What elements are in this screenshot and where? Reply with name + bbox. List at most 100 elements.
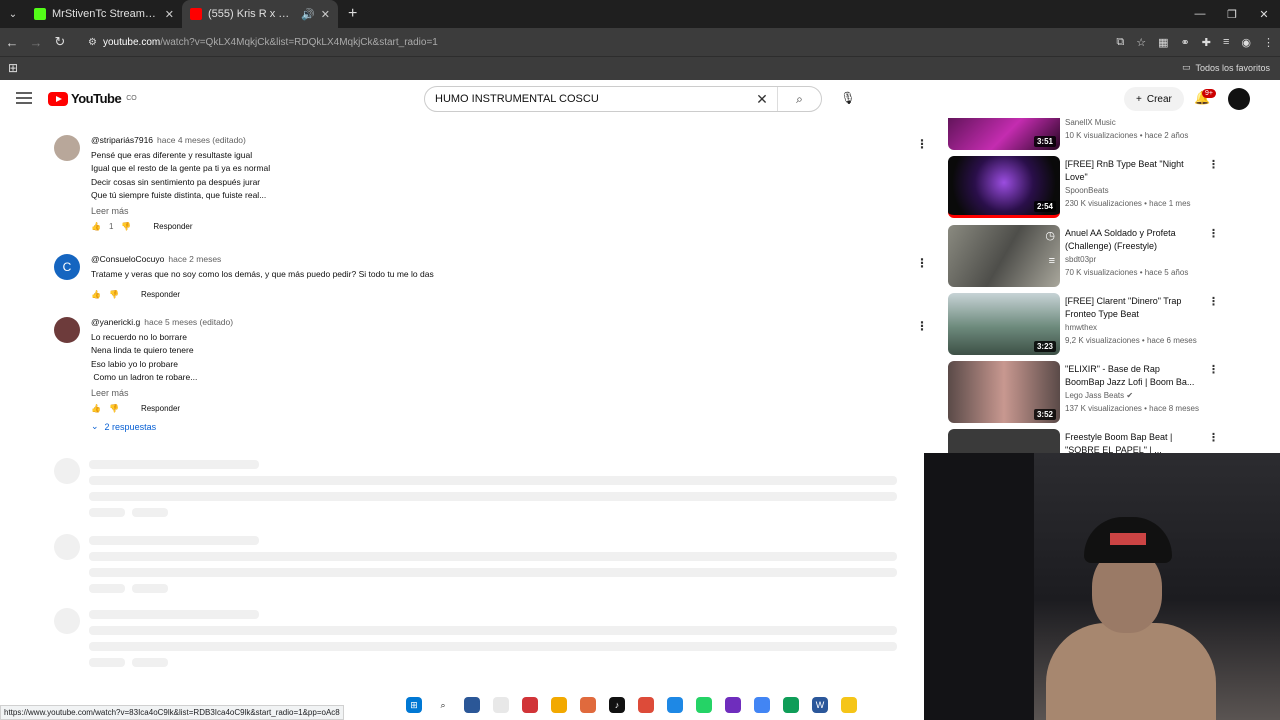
video-channel[interactable]: SpoonBeats — [1065, 186, 1109, 195]
edge-icon[interactable] — [783, 697, 799, 713]
apps-grid-icon[interactable]: ⊞ — [8, 61, 18, 75]
bookmark-star-icon[interactable]: ☆ — [1136, 36, 1146, 49]
related-video-item[interactable]: 3:23 [FREE] Clarent "Dinero" Trap Fronte… — [946, 293, 1226, 355]
puzzle-icon[interactable]: ✚ — [1202, 36, 1211, 49]
related-video-item[interactable]: Freestyle Boom Bap Beat | "SOBRE EL PAPE… — [946, 429, 1226, 454]
commenter-avatar[interactable] — [54, 317, 80, 343]
windows-start-icon[interactable]: ⊞ — [406, 697, 422, 713]
reply-button[interactable]: Responder — [141, 290, 180, 299]
video-thumbnail[interactable]: 3:23 — [948, 293, 1060, 355]
chrome-icon[interactable] — [754, 697, 770, 713]
video-thumbnail[interactable]: ◷ ≡ — [948, 225, 1060, 287]
video-title[interactable]: Anuel AA Soldado y Profeta (Challenge) (… — [1065, 227, 1201, 252]
app-icon[interactable] — [522, 697, 538, 713]
dislike-icon[interactable]: 👎 — [109, 404, 119, 413]
comment-time[interactable]: hace 4 meses (editado) — [157, 135, 246, 145]
all-bookmarks[interactable]: ▭ Todos los favoritos — [1182, 62, 1270, 73]
create-button[interactable]: + Crear — [1124, 87, 1184, 111]
video-menu-icon[interactable]: ⋮ — [1208, 227, 1219, 240]
dislike-icon[interactable]: 👎 — [121, 222, 131, 231]
menu-icon[interactable]: ⋮ — [1263, 36, 1274, 49]
like-icon[interactable]: 👍 — [91, 290, 101, 299]
account-avatar[interactable] — [1228, 88, 1250, 110]
comment-author[interactable]: @stripariás7916 — [91, 135, 153, 145]
related-video-item[interactable]: 3:51 SanellX Music 10 K visualizaciones … — [946, 118, 1226, 150]
app-icon[interactable] — [551, 697, 567, 713]
word-icon[interactable]: W — [812, 697, 828, 713]
related-video-item[interactable]: 2:54 [FREE] RnB Type Beat "Night Love" S… — [946, 156, 1226, 218]
like-icon[interactable]: 👍 — [91, 222, 101, 231]
search-icon[interactable]: ⌕ — [435, 697, 451, 713]
media-icon[interactable]: ≡ — [1223, 36, 1229, 48]
add-to-queue-icon[interactable]: ≡ — [1049, 255, 1055, 267]
comment-menu-icon[interactable]: ⋮ — [916, 319, 928, 333]
video-channel[interactable]: sbdt03pr — [1065, 255, 1096, 264]
comment-time[interactable]: hace 5 meses (editado) — [144, 317, 233, 327]
commenter-avatar[interactable] — [54, 135, 80, 161]
video-title[interactable]: [FREE] Clarent "Dinero" Trap Fronteo Typ… — [1065, 295, 1201, 320]
hamburger-menu-icon[interactable] — [16, 92, 32, 104]
video-channel[interactable]: Lego Jass Beats ✔ — [1065, 391, 1133, 400]
comment-author[interactable]: @ConsueloCocuyo — [91, 254, 164, 264]
view-replies-button[interactable]: ⌄ 2 respuestas — [91, 421, 891, 432]
tab-search-icon[interactable]: ⌄ — [0, 0, 26, 28]
new-tab-icon[interactable]: + — [348, 5, 357, 23]
file-explorer-icon[interactable] — [841, 697, 857, 713]
audio-playing-icon[interactable]: 🔊 — [301, 8, 315, 21]
chrome-icon[interactable] — [638, 697, 654, 713]
video-menu-icon[interactable]: ⋮ — [1208, 158, 1219, 171]
video-thumbnail[interactable]: 2:54 — [948, 156, 1060, 218]
browser-tab-kick[interactable]: MrStivenTc Stream - Watch Live ✕ — [26, 0, 182, 28]
video-title[interactable]: [FREE] RnB Type Beat "Night Love" — [1065, 158, 1201, 183]
site-info-icon[interactable]: ⚙ — [88, 37, 97, 48]
video-thumbnail[interactable]: 3:52 — [948, 361, 1060, 423]
close-tab-icon[interactable]: ✕ — [321, 8, 330, 21]
app-icon[interactable] — [580, 697, 596, 713]
whatsapp-icon[interactable] — [696, 697, 712, 713]
comment-menu-icon[interactable]: ⋮ — [916, 256, 928, 270]
video-thumbnail[interactable]: 3:51 — [948, 118, 1060, 150]
clear-search-icon[interactable]: ✕ — [747, 91, 777, 108]
video-menu-icon[interactable]: ⋮ — [1208, 431, 1219, 444]
commenter-avatar[interactable]: C — [54, 254, 80, 280]
read-more-link[interactable]: Leer más — [91, 388, 891, 398]
watch-later-icon[interactable]: ◷ — [1045, 229, 1055, 242]
related-video-item[interactable]: ◷ ≡ Anuel AA Soldado y Profeta (Challeng… — [946, 225, 1226, 287]
video-title[interactable]: "ELIXIR" - Base de Rap BoomBap Jazz Lofi… — [1065, 363, 1201, 388]
voice-search-icon[interactable]: 🎙 — [838, 88, 858, 108]
forward-icon[interactable]: → — [24, 28, 48, 56]
video-menu-icon[interactable]: ⋮ — [1208, 295, 1219, 308]
reply-button[interactable]: Responder — [141, 404, 180, 413]
install-app-icon[interactable]: ⧉ — [1116, 36, 1124, 49]
search-button[interactable]: ⌕ — [777, 87, 821, 111]
tiktok-icon[interactable]: ♪ — [609, 697, 625, 713]
video-title[interactable]: Freestyle Boom Bap Beat | "SOBRE EL PAPE… — [1065, 431, 1201, 454]
app-icon[interactable] — [493, 697, 509, 713]
app-icon[interactable] — [464, 697, 480, 713]
maximize-icon[interactable]: ❐ — [1216, 0, 1248, 28]
video-menu-icon[interactable]: ⋮ — [1208, 363, 1219, 376]
close-tab-icon[interactable]: ✕ — [165, 8, 174, 21]
back-icon[interactable]: ← — [0, 28, 24, 56]
like-icon[interactable]: 👍 — [91, 404, 101, 413]
link-icon[interactable]: ⚭ — [1181, 36, 1190, 49]
dislike-icon[interactable]: 👎 — [109, 290, 119, 299]
url-bar[interactable]: ⚙ youtube.com/watch?v=QkLX4MqkjCk&list=R… — [82, 31, 1042, 53]
comment-menu-icon[interactable]: ⋮ — [916, 137, 928, 151]
related-video-item[interactable]: 3:52 "ELIXIR" - Base de Rap BoomBap Jazz… — [946, 361, 1226, 423]
browser-tab-youtube[interactable]: (555) Kris R x Blessd Type B 🔊 ✕ — [182, 0, 338, 28]
app-icon[interactable] — [667, 697, 683, 713]
youtube-logo[interactable]: YouTube CO — [48, 91, 137, 106]
profile-icon[interactable]: ◉ — [1241, 36, 1251, 49]
extension-icon[interactable]: ▦ — [1158, 36, 1168, 49]
read-more-link[interactable]: Leer más — [91, 206, 891, 216]
close-window-icon[interactable]: ✕ — [1248, 0, 1280, 28]
reload-icon[interactable]: ↻ — [48, 28, 72, 56]
minimize-icon[interactable]: — — [1184, 0, 1216, 28]
video-thumbnail[interactable] — [948, 429, 1060, 454]
video-channel[interactable]: hmwthex — [1065, 323, 1097, 332]
search-input[interactable] — [435, 87, 747, 111]
comment-time[interactable]: hace 2 meses — [168, 254, 221, 264]
comment-author[interactable]: @yanericki.g — [91, 317, 140, 327]
video-channel[interactable]: SanellX Music — [1065, 118, 1116, 127]
